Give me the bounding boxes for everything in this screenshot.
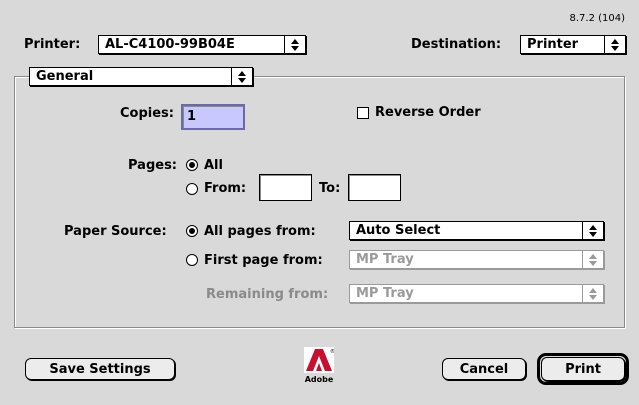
first-page-popup: MP Tray	[349, 250, 604, 269]
save-settings-button[interactable]: Save Settings	[25, 358, 175, 380]
first-page-radio[interactable]	[186, 254, 198, 266]
adobe-wordmark: Adobe	[304, 375, 334, 384]
pages-all-radio[interactable]	[186, 159, 198, 171]
printer-label: Printer:	[24, 37, 81, 52]
pages-to-label: To:	[319, 181, 341, 196]
updown-arrows-icon	[582, 251, 603, 268]
first-page-popup-value: MP Tray	[356, 252, 414, 267]
remaining-popup-value: MP Tray	[356, 286, 414, 301]
printer-popup[interactable]: AL-C4100-99B04E	[98, 35, 306, 54]
reverse-order-checkbox[interactable]	[357, 107, 369, 119]
all-pages-popup-value: Auto Select	[356, 223, 441, 238]
pages-from-field[interactable]	[259, 174, 312, 201]
svg-text:®: ®	[330, 348, 334, 355]
all-pages-popup[interactable]: Auto Select	[349, 221, 604, 240]
pages-to-field[interactable]	[348, 174, 401, 201]
remaining-popup: MP Tray	[349, 284, 604, 303]
copies-label: Copies:	[120, 106, 174, 121]
pages-from-label: From:	[204, 181, 247, 196]
all-pages-radio[interactable]	[186, 225, 198, 237]
pages-all-label: All	[204, 158, 223, 173]
destination-popup[interactable]: Printer	[520, 35, 626, 54]
remaining-label: Remaining from:	[206, 287, 329, 302]
updown-arrows-icon	[604, 36, 625, 53]
print-button[interactable]: Print	[541, 357, 625, 381]
pages-from-radio[interactable]	[186, 183, 198, 195]
adobe-logo: ® Adobe	[302, 347, 336, 384]
destination-label: Destination:	[411, 37, 502, 52]
pages-label: Pages:	[128, 158, 178, 173]
first-page-label: First page from:	[204, 253, 323, 268]
reverse-order-label: Reverse Order	[375, 105, 481, 120]
panel-popup[interactable]: General	[29, 67, 253, 86]
updown-arrows-icon	[284, 36, 305, 53]
all-pages-label: All pages from:	[204, 224, 316, 239]
adobe-a-icon: ®	[304, 347, 335, 373]
cancel-button[interactable]: Cancel	[442, 358, 526, 380]
panel-popup-value: General	[36, 69, 94, 84]
destination-popup-value: Printer	[527, 37, 579, 52]
updown-arrows-icon	[231, 68, 252, 85]
version-label: 8.7.2 (104)	[569, 13, 625, 24]
copies-field[interactable]: 1	[181, 104, 245, 130]
updown-arrows-icon	[582, 285, 603, 302]
updown-arrows-icon	[582, 222, 603, 239]
paper-source-label: Paper Source:	[64, 224, 167, 239]
printer-popup-value: AL-C4100-99B04E	[105, 37, 235, 52]
